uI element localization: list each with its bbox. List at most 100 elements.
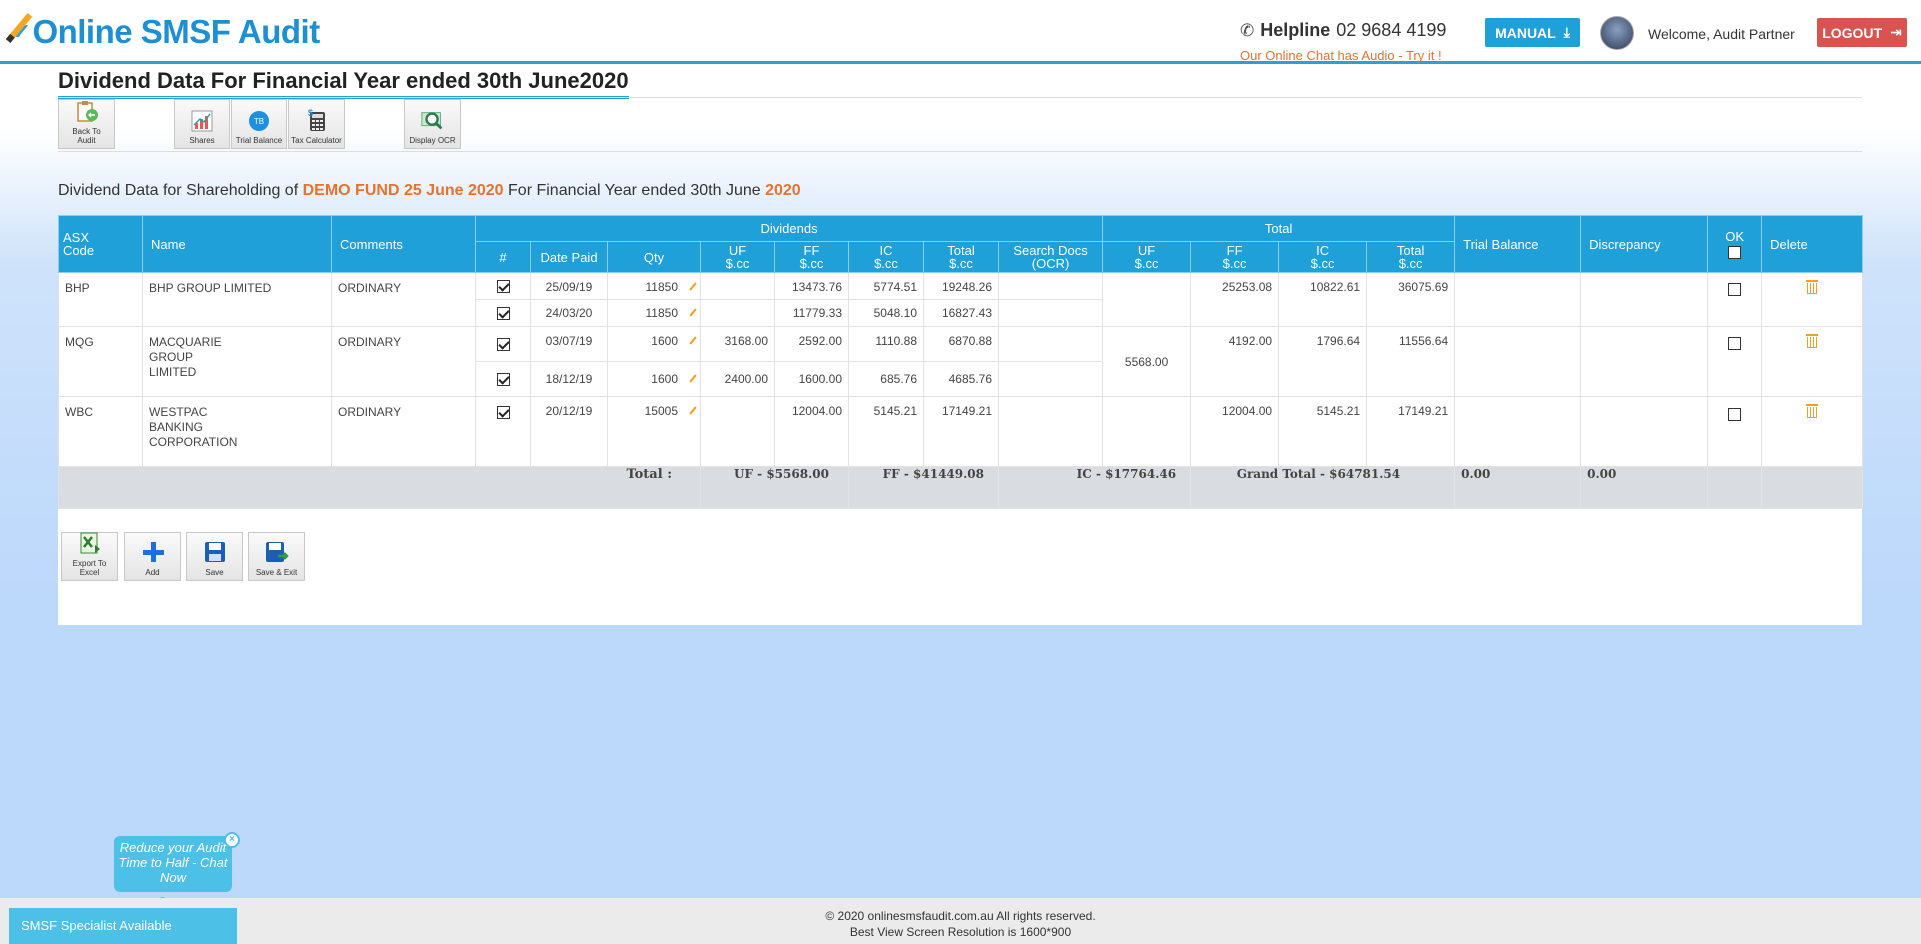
header-div-ic: IC $.cc bbox=[848, 241, 924, 273]
payment-checkbox[interactable] bbox=[496, 307, 510, 321]
trash-icon[interactable] bbox=[1806, 334, 1819, 349]
save-exit-button[interactable]: Save & Exit bbox=[248, 532, 305, 581]
helpline: ✆ Helpline 02 9684 4199 bbox=[1240, 20, 1446, 41]
edit-pencil-icon[interactable] bbox=[689, 282, 697, 291]
header-delete: Delete bbox=[1761, 215, 1864, 273]
chart-icon bbox=[189, 109, 215, 133]
totals-ic: IC - $17764.46 bbox=[997, 466, 1192, 509]
save-button[interactable]: Save bbox=[186, 532, 243, 581]
cell-total: 19248.26 bbox=[923, 272, 999, 300]
cell-ff[interactable]: 12004.00 bbox=[774, 396, 849, 467]
cell-qty[interactable]: 11850 bbox=[607, 299, 701, 327]
chat-promo-bubble[interactable]: Reduce your Audit Time to Half - Chat No… bbox=[114, 836, 232, 892]
cell-tot-ff: 4192.00 bbox=[1190, 326, 1280, 397]
edit-pencil-icon[interactable] bbox=[689, 336, 697, 345]
cell-ic[interactable]: 5145.21 bbox=[848, 396, 924, 467]
cell-tot-total: 11556.64 bbox=[1366, 326, 1456, 397]
export-excel-button[interactable]: Export To Excel bbox=[61, 532, 118, 581]
ok-checkbox[interactable] bbox=[1728, 283, 1742, 297]
tax-calculator-button[interactable]: $ Tax Calculator bbox=[288, 99, 345, 149]
payment-checkbox[interactable] bbox=[496, 338, 510, 352]
cell-uf[interactable]: 3168.00 bbox=[700, 326, 775, 362]
header-div-total: Total $.cc bbox=[923, 241, 999, 273]
cell-search-docs[interactable] bbox=[997, 299, 1104, 327]
cell-ic[interactable]: 685.76 bbox=[848, 361, 924, 397]
cell-discrepancy bbox=[1580, 272, 1709, 327]
title-divider bbox=[58, 97, 1862, 98]
cell-tot-ff: 25253.08 bbox=[1190, 272, 1280, 327]
back-to-audit-button[interactable]: Back To Audit bbox=[58, 99, 115, 149]
cell-ff[interactable]: 13473.76 bbox=[774, 272, 849, 300]
export-label-1: Export To bbox=[72, 559, 107, 568]
table-row: MQG MACQUARIE GROUP LIMITED ORDINARY 03/… bbox=[58, 326, 1864, 397]
cell-ff[interactable]: 2592.00 bbox=[774, 326, 849, 362]
header-div-uf: UF $.cc bbox=[700, 241, 775, 273]
shares-label: Shares bbox=[189, 136, 215, 145]
payment-checkbox[interactable] bbox=[496, 406, 510, 420]
cell-qty[interactable]: 1600 bbox=[607, 326, 701, 362]
back-label-1: Back To bbox=[72, 127, 101, 136]
cell-uf[interactable] bbox=[700, 299, 775, 327]
display-ocr-button[interactable]: Display OCR bbox=[404, 99, 461, 149]
cell-total: 16827.43 bbox=[923, 299, 999, 327]
cell-uf[interactable] bbox=[700, 272, 775, 300]
svg-text:$: $ bbox=[308, 109, 313, 118]
manual-label: MANUAL bbox=[1495, 24, 1556, 41]
cell-date[interactable]: 18/12/19 bbox=[530, 361, 608, 397]
avatar[interactable] bbox=[1600, 16, 1634, 50]
cell-search-docs[interactable] bbox=[997, 272, 1104, 300]
cell-comment: ORDINARY bbox=[331, 272, 476, 327]
edit-pencil-icon[interactable] bbox=[689, 374, 697, 383]
cell-search-docs[interactable] bbox=[997, 361, 1104, 397]
edit-pencil-icon[interactable] bbox=[689, 308, 697, 317]
cell-ic[interactable]: 5048.10 bbox=[848, 299, 924, 327]
display-ocr-label: Display OCR bbox=[409, 136, 456, 145]
header-dividends: Dividends bbox=[474, 215, 1104, 242]
header-search-docs: Search Docs (OCR) bbox=[997, 241, 1104, 273]
totals-row: Total : UF - $5568.00 FF - $41449.08 IC … bbox=[58, 466, 1864, 509]
manual-button[interactable]: MANUAL ⤓ bbox=[1485, 18, 1580, 47]
totals-grand: Grand Total - $64781.54 bbox=[1190, 466, 1456, 509]
chat-launcher[interactable]: SMSF Specialist Available bbox=[9, 908, 237, 944]
cell-date[interactable]: 24/03/20 bbox=[530, 299, 608, 327]
trash-icon[interactable] bbox=[1806, 404, 1819, 419]
welcome-text: Welcome, Audit Partner bbox=[1648, 26, 1795, 42]
trash-icon[interactable] bbox=[1806, 280, 1819, 295]
check-pencil-icon: ✔ bbox=[5, 13, 33, 45]
fund-name: DEMO FUND 25 June 2020 bbox=[302, 182, 504, 199]
add-button[interactable]: Add bbox=[124, 532, 181, 581]
floppy-disk-icon bbox=[202, 540, 228, 564]
cell-search-docs[interactable] bbox=[997, 326, 1104, 362]
edit-pencil-icon[interactable] bbox=[689, 406, 697, 415]
cell-ff[interactable]: 11779.33 bbox=[774, 299, 849, 327]
cell-discrepancy bbox=[1580, 326, 1709, 397]
shares-button[interactable]: Shares bbox=[174, 99, 230, 149]
trial-balance-button[interactable]: TB Trial Balance bbox=[231, 99, 287, 149]
cell-trial-balance bbox=[1454, 272, 1582, 327]
cell-qty[interactable]: 15005 bbox=[607, 396, 701, 467]
header-name: Name bbox=[142, 215, 332, 273]
logo[interactable]: ✔ Online SMSF Audit bbox=[5, 10, 320, 54]
ok-all-checkbox[interactable] bbox=[1728, 245, 1742, 259]
payment-checkbox[interactable] bbox=[496, 373, 510, 387]
logout-button[interactable]: LOGOUT ⇥ bbox=[1817, 18, 1907, 47]
cell-ic[interactable]: 1110.88 bbox=[848, 326, 924, 362]
cell-qty[interactable]: 11850 bbox=[607, 272, 701, 300]
cell-uf[interactable]: 2400.00 bbox=[700, 361, 775, 397]
close-icon[interactable]: × bbox=[224, 832, 240, 848]
cell-date[interactable]: 03/07/19 bbox=[530, 326, 608, 362]
cell-search-docs[interactable] bbox=[997, 396, 1104, 467]
ok-checkbox[interactable] bbox=[1728, 337, 1742, 351]
ok-checkbox[interactable] bbox=[1728, 408, 1742, 422]
payment-checkbox[interactable] bbox=[496, 280, 510, 294]
add-label: Add bbox=[145, 568, 160, 577]
toolbar-divider bbox=[58, 151, 1862, 152]
cell-ff[interactable]: 1600.00 bbox=[774, 361, 849, 397]
cell-total: 4685.76 bbox=[923, 361, 999, 397]
cell-ic[interactable]: 5774.51 bbox=[848, 272, 924, 300]
cell-date[interactable]: 20/12/19 bbox=[530, 396, 608, 467]
svg-text:TB: TB bbox=[254, 117, 264, 126]
cell-date[interactable]: 25/09/19 bbox=[530, 272, 608, 300]
cell-qty[interactable]: 1600 bbox=[607, 361, 701, 397]
cell-uf[interactable] bbox=[700, 396, 775, 467]
